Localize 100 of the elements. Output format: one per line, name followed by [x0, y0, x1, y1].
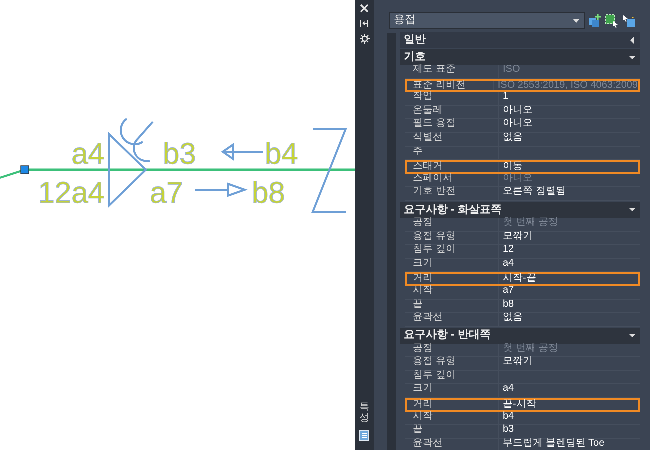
- property-row[interactable]: 작업 1: [405, 92, 640, 106]
- property-label: 식별선: [413, 132, 499, 146]
- weld-dimension-label: a7: [150, 177, 184, 210]
- select-objects-icon[interactable]: [605, 14, 619, 28]
- property-value: b8: [502, 300, 514, 312]
- property-row[interactable]: 거리 끝-시작: [405, 398, 640, 412]
- property-row[interactable]: 스태거 이동: [405, 160, 640, 174]
- grip-handle[interactable]: [20, 166, 30, 174]
- property-value: ISO 2553:2019, ISO 4063:2009: [496, 80, 638, 90]
- property-label: 거리: [413, 400, 499, 410]
- section-header[interactable]: 일반: [400, 32, 640, 48]
- property-row[interactable]: 크기 a4: [405, 258, 640, 272]
- property-label: 주: [413, 146, 499, 160]
- property-value: 첫 번째 공정: [502, 218, 559, 230]
- property-label: 거리: [413, 274, 499, 284]
- section-header[interactable]: 요구사항 - 화살표쪽: [400, 202, 640, 218]
- collapse-caret-icon: [629, 206, 636, 214]
- property-value: 오른쪽 정렬됨: [502, 187, 566, 200]
- property-value: b4: [502, 412, 514, 424]
- property-label: 시작: [413, 412, 499, 424]
- property-row[interactable]: 용접 유형 모깎기: [405, 357, 640, 371]
- property-value: 모깎기: [502, 232, 533, 244]
- section-header[interactable]: 기호: [400, 49, 640, 65]
- property-row[interactable]: 윤곽선 부드럽게 블렌딩된 Toe: [405, 438, 640, 450]
- expand-caret-icon: [629, 36, 636, 44]
- property-row[interactable]: 침투 깊이 12: [405, 245, 640, 259]
- property-row[interactable]: 필드 용접 아니오: [405, 119, 640, 133]
- property-value: 첫 번째 공정: [502, 344, 559, 356]
- property-label: 시작: [413, 286, 499, 298]
- add-icon[interactable]: [588, 14, 602, 28]
- property-label: 기호 반전: [413, 187, 499, 200]
- property-label: 필드 용접: [413, 119, 499, 132]
- property-label: 크기: [413, 258, 499, 272]
- palette-title: 특성: [360, 402, 370, 424]
- property-value: 부드럽게 블렌딩된 Toe: [502, 438, 605, 450]
- palette-icon[interactable]: [359, 430, 370, 442]
- property-row[interactable]: 기호 반전 오른쪽 정렬됨: [405, 187, 640, 201]
- property-value: 없음: [502, 313, 523, 326]
- section-header[interactable]: 요구사항 - 반대쪽: [400, 328, 640, 344]
- property-row[interactable]: 시작 a7: [405, 286, 640, 300]
- property-value: 끝-시작: [502, 400, 536, 410]
- property-value: 1: [502, 92, 509, 104]
- arrow-drawing: [222, 143, 264, 160]
- weld-dimension-label: b8: [252, 177, 286, 210]
- weld-dimension-label: b4: [265, 138, 298, 171]
- settings-icon[interactable]: [360, 34, 370, 44]
- collapse-icon[interactable]: [360, 19, 369, 28]
- property-label: 끝: [413, 300, 499, 312]
- property-label: 용접 유형: [413, 357, 499, 370]
- property-label: 침투 깊이: [413, 245, 499, 258]
- weld-dimension-label: 12a4: [38, 177, 105, 210]
- property-row[interactable]: 주: [405, 146, 640, 160]
- property-row[interactable]: 식별선 없음: [405, 132, 640, 147]
- property-label: 공정: [413, 344, 499, 356]
- arrow-drawing: [194, 183, 248, 197]
- property-row[interactable]: 끝 b3: [405, 425, 640, 439]
- property-value: ISO: [502, 65, 520, 77]
- caret-icon: [573, 18, 580, 22]
- property-value: 12: [502, 245, 514, 258]
- property-label: 윤곽선: [413, 438, 499, 450]
- quick-select-icon[interactable]: [622, 14, 636, 28]
- property-label: 제도 표준: [413, 65, 499, 78]
- property-row[interactable]: 용접 유형 모깎기: [405, 232, 640, 246]
- property-value: a4: [502, 384, 514, 396]
- property-label: 공정: [413, 218, 499, 231]
- property-label: 스태거: [413, 162, 499, 172]
- property-row[interactable]: 거리 시작-끝: [405, 272, 640, 286]
- close-icon[interactable]: [360, 4, 369, 13]
- object-type-dropdown[interactable]: 용접: [389, 12, 585, 29]
- property-label: 스페이서: [413, 174, 499, 186]
- property-value: 이동: [502, 162, 523, 172]
- scrollbar-track[interactable]: [387, 33, 396, 450]
- property-value: 아니오: [502, 174, 533, 186]
- property-label: 온둘레: [413, 106, 499, 118]
- collapse-caret-icon: [629, 54, 636, 60]
- collapse-caret-icon: [629, 332, 636, 340]
- property-value: 아니오: [502, 119, 533, 132]
- property-label: 끝: [413, 425, 499, 438]
- property-label: 작업: [413, 92, 499, 105]
- property-row[interactable]: 끝 b8: [405, 300, 640, 314]
- property-value: 없음: [502, 132, 523, 145]
- property-value: 아니오: [502, 106, 533, 118]
- property-value: a4: [502, 258, 514, 271]
- property-value: 모깎기: [502, 357, 533, 370]
- property-row[interactable]: 크기 a4: [405, 384, 640, 398]
- property-value: a7: [502, 286, 514, 298]
- property-row[interactable]: 윤곽선 없음: [405, 313, 640, 327]
- property-value: 시작-끝: [502, 274, 536, 284]
- weld-dimension-label: a4: [72, 138, 105, 171]
- property-row[interactable]: 침투 깊이: [405, 370, 640, 384]
- property-row[interactable]: 온둘레 아니오: [405, 106, 640, 120]
- property-label: 침투 깊이: [413, 370, 499, 384]
- property-row[interactable]: 시작 b4: [405, 412, 640, 426]
- property-label: 크기: [413, 384, 499, 398]
- toe-contour-symbol: [120, 118, 154, 162]
- property-value: b3: [502, 425, 514, 438]
- property-label: 용접 유형: [413, 232, 499, 244]
- property-label: 표준 리비전: [413, 80, 494, 90]
- property-label: 윤곽선: [413, 313, 499, 326]
- weld-dimension-label: b3: [163, 138, 196, 171]
